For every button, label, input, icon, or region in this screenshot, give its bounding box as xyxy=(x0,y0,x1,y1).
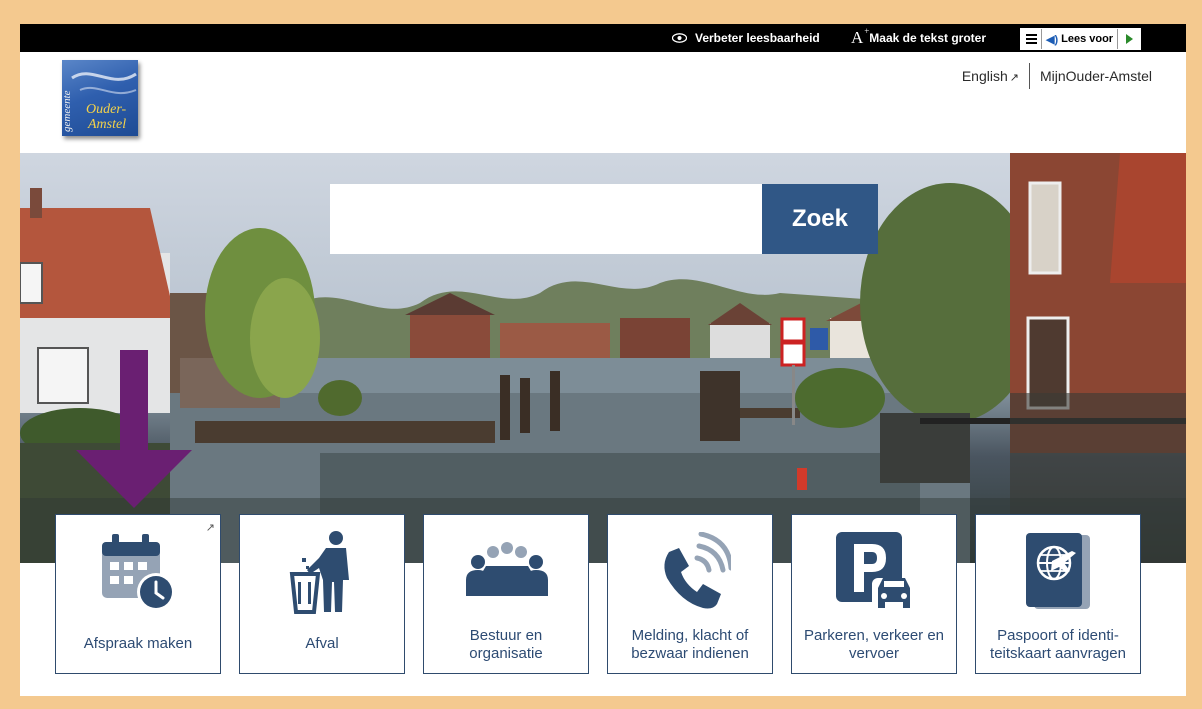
service-tiles: ↗ Afspraak maken Afval Bestuur en organi… xyxy=(55,514,1141,674)
tile-label: Afval xyxy=(305,635,339,652)
annotation-arrow-icon xyxy=(76,350,192,508)
mijn-ouder-amstel-link[interactable]: MijnOuder-Amstel xyxy=(1040,68,1152,84)
external-link-icon: ↗ xyxy=(1009,72,1019,84)
tile-afspraak-maken[interactable]: ↗ Afspraak maken xyxy=(55,514,221,674)
search-bar: Zoek xyxy=(330,184,878,254)
improve-readability-label: Verbeter leesbaarheid xyxy=(695,31,820,45)
svg-text:gemeente: gemeente xyxy=(62,90,73,132)
header-links: English ↗ MijnOuder-Amstel xyxy=(962,63,1152,89)
tile-parkeren-verkeer-vervoer[interactable]: Parkeren, verkeer en vervoer xyxy=(791,514,957,674)
search-input[interactable] xyxy=(330,184,762,254)
larger-text-link[interactable]: A + Maak de tekst groter xyxy=(851,24,986,52)
readspeaker-label: Lees voor xyxy=(1061,33,1114,45)
english-link[interactable]: English ↗ xyxy=(962,68,1019,84)
svg-text:Amstel: Amstel xyxy=(87,117,126,132)
logo-graphic: gemeente Ouder- Amstel xyxy=(62,72,137,132)
tile-label: Afspraak maken xyxy=(83,635,193,652)
accessibility-bar: Verbeter leesbaarheid A + Maak de tekst g… xyxy=(20,24,1186,52)
readspeaker-listen-button[interactable]: ◀) Lees voor xyxy=(1042,29,1119,49)
waste-bin-person-icon xyxy=(289,531,349,614)
meeting-table-icon xyxy=(466,542,548,596)
page-frame: Verbeter leesbaarheid A + Maak de tekst g… xyxy=(20,24,1186,696)
site-header: gemeente Ouder- Amstel English ↗ MijnOude… xyxy=(20,52,1186,152)
tile-label: Parkeren, verkeer en vervoer xyxy=(803,627,945,662)
speaker-icon: ◀) xyxy=(1046,33,1059,46)
tile-afval[interactable]: Afval xyxy=(239,514,405,674)
phone-call-icon xyxy=(664,532,731,609)
svg-text:Ouder-: Ouder- xyxy=(86,102,126,117)
improve-readability-link[interactable]: Verbeter leesbaarheid xyxy=(672,24,820,52)
tile-paspoort-identiteitskaart[interactable]: Paspoort of identi-teitskaart aanvragen xyxy=(975,514,1141,674)
readspeaker-menu-button[interactable] xyxy=(1021,29,1042,49)
tile-bestuur-en-organisatie[interactable]: Bestuur en organisatie xyxy=(423,514,589,674)
tile-label: Bestuur en organisatie xyxy=(469,627,543,662)
tile-label: Melding, klacht of bezwaar indienen xyxy=(631,627,749,662)
menu-icon xyxy=(1025,38,1037,40)
eye-icon xyxy=(672,33,687,43)
text-size-icon: A + xyxy=(851,26,870,47)
search-button[interactable]: Zoek xyxy=(762,184,878,254)
larger-text-label: Maak de tekst groter xyxy=(869,31,986,45)
tile-label: Paspoort of identi-teitskaart aanvragen xyxy=(990,627,1126,662)
play-icon xyxy=(1125,34,1133,44)
tile-melding-klacht-bezwaar[interactable]: Melding, klacht of bezwaar indienen xyxy=(607,514,773,674)
municipality-logo[interactable]: gemeente Ouder- Amstel xyxy=(62,60,138,136)
hero-banner: Zoek xyxy=(20,153,1186,563)
passport-icon xyxy=(1026,533,1090,609)
readspeaker-play-button[interactable] xyxy=(1118,29,1141,49)
calendar-clock-icon xyxy=(102,534,175,611)
header-link-divider xyxy=(1028,63,1030,89)
parking-car-icon xyxy=(836,532,916,608)
readspeaker-widget: ◀) Lees voor xyxy=(1020,28,1142,50)
